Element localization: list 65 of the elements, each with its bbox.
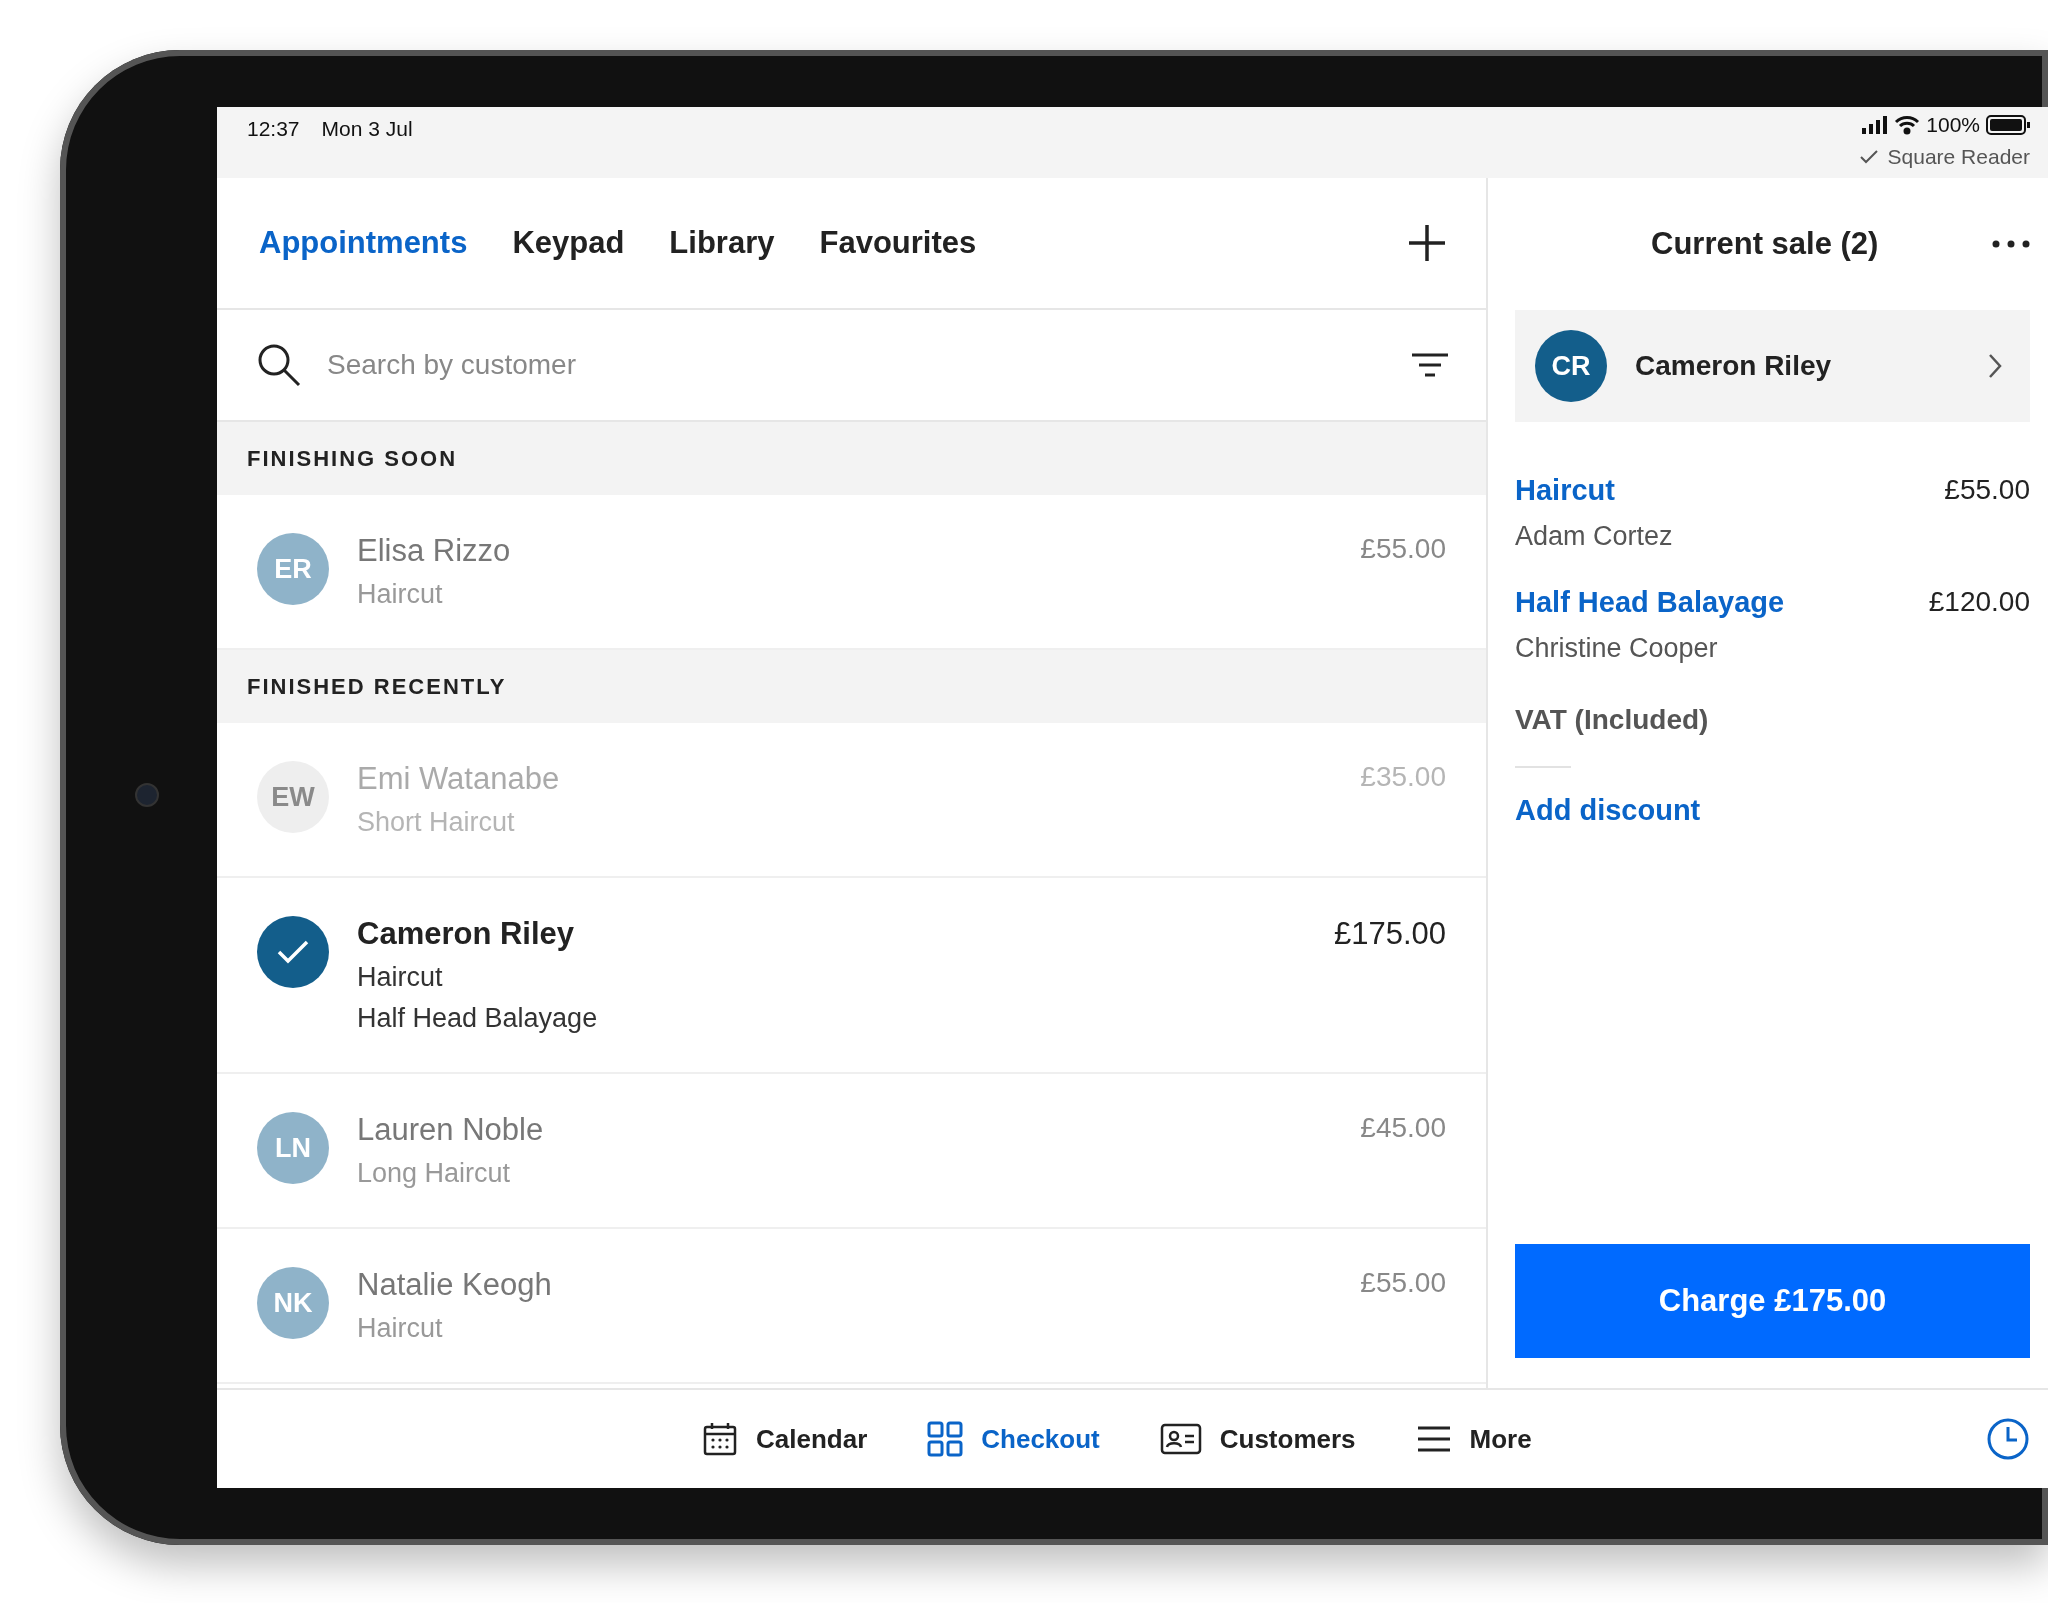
nav-item[interactable]: More	[1415, 1423, 1532, 1455]
battery-icon	[1986, 115, 2030, 135]
avatar: LN	[257, 1112, 329, 1184]
camera-lens	[135, 783, 159, 807]
nav-item[interactable]: Checkout	[927, 1421, 1100, 1457]
calendar-icon	[702, 1421, 738, 1457]
appointment-price: £45.00	[1360, 1112, 1446, 1144]
service-name: Haircut	[357, 1313, 444, 1344]
grid-icon	[927, 1421, 964, 1457]
service-name: Long Haircut	[357, 1158, 512, 1189]
appointment-price: £35.00	[1360, 761, 1446, 793]
status-time: 12:37	[247, 117, 300, 142]
charge-button[interactable]: Charge £175.00	[1515, 1244, 2030, 1358]
filter-icon[interactable]	[1412, 352, 1448, 378]
customer-name: Lauren Noble	[357, 1112, 545, 1148]
avatar: NK	[257, 1267, 329, 1339]
avatar: CR	[1535, 330, 1607, 402]
appointment-row[interactable]: Cameron Riley Haircut Half Head Balayage £175.00	[217, 878, 1486, 1074]
customer-name: Elisa Rizzo	[357, 533, 512, 569]
staff-name: Christine Cooper	[1515, 633, 1719, 664]
checkmark-icon	[1859, 150, 1878, 164]
service-name: Short Haircut	[357, 807, 516, 838]
avatar: EW	[257, 761, 329, 833]
avatar: ER	[257, 533, 329, 605]
item-price: £55.00	[1944, 474, 2030, 507]
customer-button[interactable]: CR Cameron Riley	[1515, 310, 2030, 422]
search-icon	[257, 343, 301, 387]
vat-label: VAT (Included)	[1515, 704, 1710, 736]
appointment-row[interactable]: NK Natalie Keogh Haircut £55.00	[217, 1229, 1486, 1384]
add-icon[interactable]	[1408, 224, 1446, 262]
item-name[interactable]: Haircut	[1515, 474, 1673, 507]
sale-title: Current sale (2)	[1651, 226, 1879, 262]
wifi-icon	[1894, 115, 1921, 135]
service-name: Haircut	[357, 579, 444, 610]
chevron-right-icon	[1988, 353, 2002, 379]
nav-item[interactable]: Calendar	[702, 1421, 868, 1457]
menu-icon	[1415, 1425, 1452, 1453]
item-price: £120.00	[1928, 586, 2030, 619]
appointment-row[interactable]: LN Lauren Noble Long Haircut £45.00	[217, 1074, 1486, 1229]
customer-name: Emi Watanabe	[357, 761, 561, 797]
customer-name: Natalie Keogh	[357, 1267, 553, 1303]
signal-icon	[1862, 116, 1889, 134]
appointment-price: £55.00	[1360, 1267, 1446, 1299]
tab[interactable]: Favourites	[819, 225, 977, 261]
appointment-price: £55.00	[1360, 533, 1446, 565]
status-date: Mon 3 Jul	[321, 117, 413, 142]
battery-percentage: 100%	[1926, 113, 1980, 137]
section-header: FINISHED RECENTLY	[217, 650, 1486, 723]
service-name: Haircut	[357, 962, 444, 993]
clock-icon[interactable]	[1986, 1417, 2030, 1461]
tab[interactable]: Library	[669, 225, 775, 261]
staff-name: Adam Cortez	[1515, 521, 1673, 552]
add-discount-link[interactable]: Add discount	[1515, 794, 1701, 827]
nav-item[interactable]: Customers	[1159, 1423, 1356, 1455]
reader-status: Square Reader	[1887, 145, 2030, 169]
tab[interactable]: Appointments	[259, 225, 468, 261]
tab[interactable]: Keypad	[512, 225, 625, 261]
service-name: Half Head Balayage	[357, 1003, 599, 1034]
more-options-icon[interactable]	[1992, 240, 2030, 248]
customer-name: Cameron Riley	[357, 916, 576, 952]
contact-card-icon	[1159, 1423, 1202, 1455]
item-name[interactable]: Half Head Balayage	[1515, 586, 1785, 619]
appointment-price: £175.00	[1333, 916, 1446, 952]
section-header: FINISHING SOON	[217, 422, 1486, 495]
search-field[interactable]: Search by customer	[325, 348, 1388, 382]
